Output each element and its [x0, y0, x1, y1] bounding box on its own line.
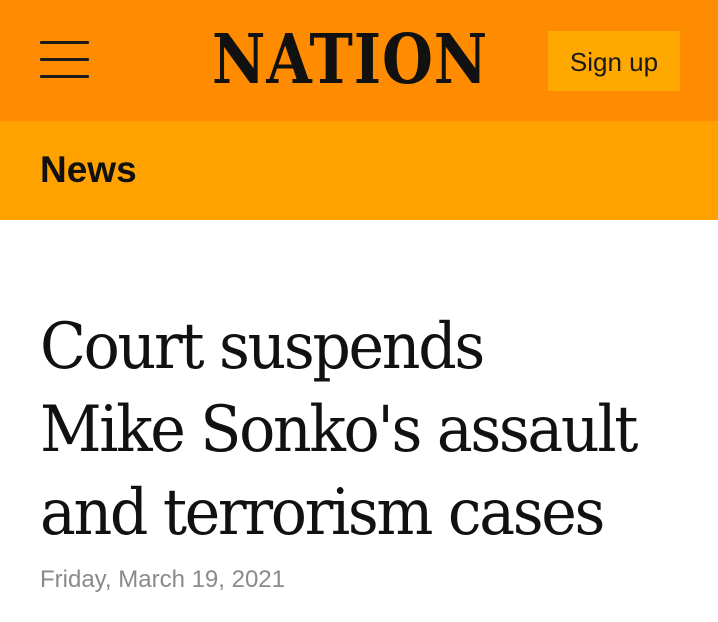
- headline-line-3: and terrorism cases: [40, 476, 605, 550]
- site-header: NATION Sign up: [0, 0, 718, 121]
- hamburger-menu-icon[interactable]: [40, 41, 89, 79]
- menu-bar-top: [40, 41, 89, 44]
- menu-bar-bottom: [40, 75, 89, 78]
- headline-line-1: Court suspends: [40, 310, 485, 384]
- sign-up-button[interactable]: Sign up: [548, 31, 680, 91]
- article-headline: Court suspends Mike Sonko's assault and …: [40, 306, 660, 555]
- site-logo[interactable]: NATION: [212, 22, 487, 98]
- article-page: NATION Sign up News Court suspends Mike …: [0, 0, 718, 622]
- menu-bar-middle: [40, 58, 89, 61]
- headline-line-2: Mike Sonko's assault: [40, 393, 638, 467]
- article-date: Friday, March 19, 2021: [40, 566, 286, 593]
- section-label-news[interactable]: News: [40, 146, 137, 194]
